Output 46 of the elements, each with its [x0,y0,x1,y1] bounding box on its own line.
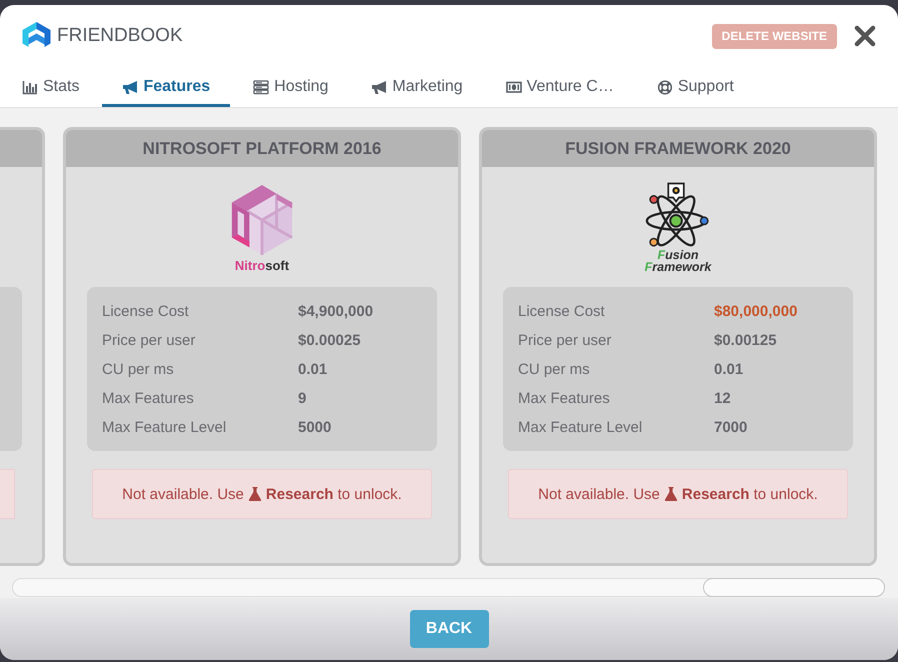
stat-label: Max Features [518,390,611,407]
stat-label: Max Feature Level [518,419,644,436]
lifebuoy-icon [656,80,673,94]
megaphone-icon [122,80,138,94]
stat-label: Max Feature Level [102,419,228,436]
megaphone-icon [371,80,388,94]
stat-value: $0.00025 [298,332,362,349]
notice-text: Not available. Use [538,486,660,502]
stat-label: Max Features [102,390,195,407]
bar-chart-icon [22,80,38,94]
stat-label: License Cost [102,303,190,320]
banknote-icon [506,80,522,94]
logo-text: Nitrosoft [234,258,290,272]
tab[interactable]: Support [636,67,754,107]
stat-label: CU per ms [102,361,175,378]
notice-text: Research to unlock. [266,486,402,502]
scrollbar-thumb[interactable] [703,578,885,597]
card-title: NITROSOFT PLATFORM 2016 [142,138,382,158]
stat-value: 7000 [714,419,748,436]
stat-label: CU per ms [518,361,591,378]
stat-value: $0.00125 [714,332,778,349]
tab[interactable]: Venture C… [486,67,634,107]
stat-label: Price per user [102,332,196,349]
stat-value: $80,000,000 [714,303,798,320]
app-title: FRIENDBOOK [57,25,183,47]
tab[interactable]: Stats [2,67,100,107]
stat-value: 12 [714,390,732,407]
notice-text: Research to unlock. [682,486,818,502]
close-button[interactable] [854,25,876,47]
tab[interactable]: Marketing [351,67,483,107]
tab[interactable]: Hosting [233,67,348,107]
stat-value: $4,900,000 [298,303,374,320]
logo-text: Framework [644,260,712,272]
stat-value: 9 [298,390,308,407]
notice-text: Not available. Use [122,486,244,502]
card-title: FUSION FRAMEWORK 2020 [565,138,791,158]
stat-label: Price per user [518,332,612,349]
server-icon [253,80,270,94]
stat-label: License Cost [518,303,606,320]
close-icon [854,25,876,47]
stat-value: 5000 [298,419,332,436]
stat-value: 0.01 [298,361,328,378]
flask-icon [248,487,261,501]
logo-text: Fusion [658,248,698,260]
stat-value: 0.01 [714,361,744,378]
flask-icon [664,487,677,501]
